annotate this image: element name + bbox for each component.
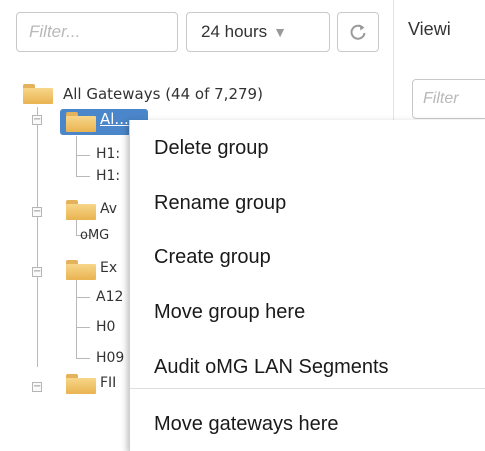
folder-icon [66, 374, 96, 394]
selected-group-label: Al... [100, 110, 129, 128]
group-label[interactable]: Av [100, 201, 117, 217]
expander-toggle[interactable]: − [32, 115, 42, 125]
right-filter-input[interactable] [412, 79, 485, 119]
group-label[interactable]: Ex [100, 260, 117, 276]
gateway-item[interactable]: oMG [80, 228, 109, 243]
toolbar: 24 hours ▼ Viewi [0, 0, 485, 72]
folder-icon [66, 260, 96, 280]
refresh-icon [350, 24, 366, 40]
tree-guide-line [76, 136, 77, 176]
gateway-item[interactable]: A12 [96, 289, 123, 305]
refresh-button[interactable] [337, 12, 379, 52]
tree-root[interactable]: All Gateways (44 of 7,279) [23, 84, 263, 104]
tree-guide-line [76, 327, 90, 328]
menu-item-move-group-here[interactable]: Move group here [154, 301, 305, 324]
tree-guide-line [76, 176, 90, 177]
context-menu: Delete group Rename group Create group M… [129, 120, 485, 451]
view-title: Viewi [408, 19, 451, 39]
gateway-item[interactable]: H1: [96, 168, 120, 184]
folder-icon [23, 84, 53, 104]
tree-filter-input[interactable] [16, 12, 178, 52]
expander-toggle[interactable]: − [32, 267, 42, 277]
menu-item-rename-group[interactable]: Rename group [154, 192, 286, 215]
tree-guide-line [76, 155, 90, 156]
expander-toggle[interactable]: − [32, 382, 42, 392]
menu-item-create-group[interactable]: Create group [154, 246, 271, 269]
tree-guide-line [76, 277, 77, 359]
group-label[interactable]: FII [100, 375, 116, 391]
gateway-item[interactable]: H1: [96, 146, 120, 162]
folder-icon [66, 200, 96, 220]
tree-guide-line [76, 297, 90, 298]
expander-toggle[interactable]: − [32, 207, 42, 217]
gateway-item[interactable]: H0 [96, 319, 115, 335]
tree-guide-line [76, 358, 90, 359]
tree-root-label: All Gateways (44 of 7,279) [63, 85, 263, 103]
time-range-value: 24 hours [201, 22, 268, 41]
gateway-item[interactable]: H09 [96, 350, 124, 366]
menu-item-move-gateways-here[interactable]: Move gateways here [154, 413, 339, 436]
menu-separator [130, 388, 485, 389]
menu-item-delete-group[interactable]: Delete group [154, 137, 269, 160]
menu-item-audit-lan-segments[interactable]: Audit oMG LAN Segments [154, 356, 389, 379]
time-range-select[interactable]: 24 hours ▼ [186, 12, 330, 52]
folder-icon [66, 112, 96, 132]
chevron-down-icon: ▼ [273, 24, 288, 40]
tree-guide-line [37, 107, 38, 367]
